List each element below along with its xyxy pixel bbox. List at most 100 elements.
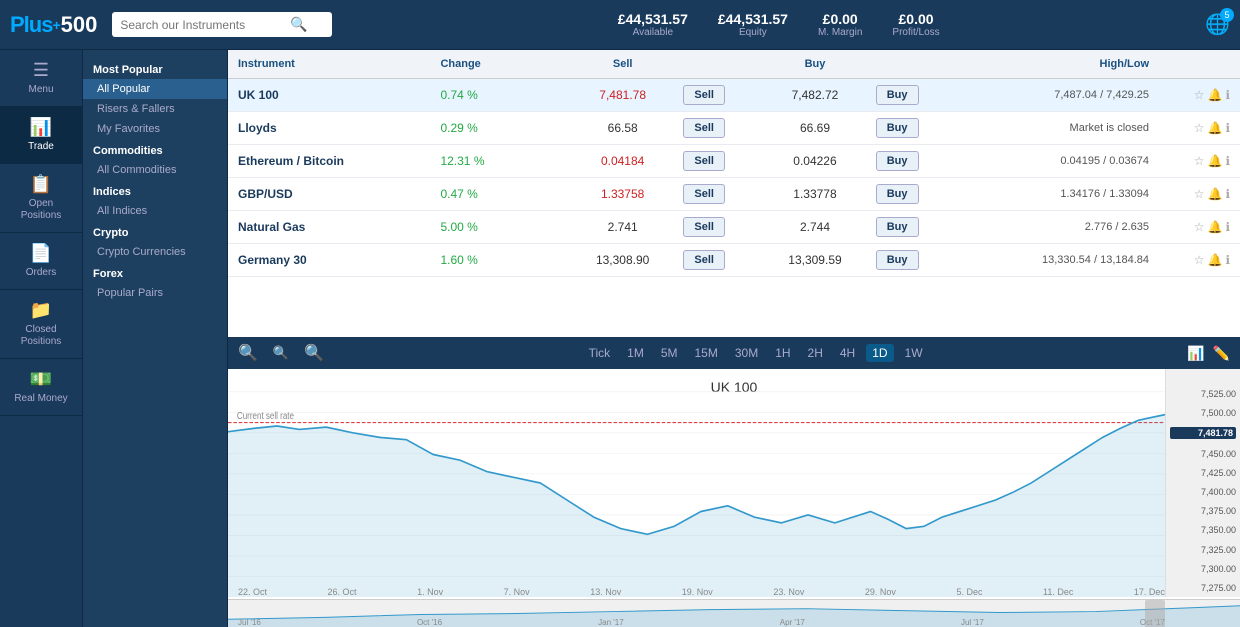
tf-1h[interactable]: 1H	[769, 344, 796, 362]
alert-icon[interactable]: 🔔	[1208, 220, 1223, 234]
instrument-name: GBP/USD	[238, 187, 440, 201]
buy-button[interactable]: Buy	[876, 184, 919, 204]
x-label: 22. Oct	[238, 587, 267, 597]
x-label: 19. Nov	[682, 587, 713, 597]
info-icon[interactable]: ℹ	[1225, 88, 1230, 102]
chart-svg: Current sell rate	[228, 369, 1165, 597]
buy-price: 66.69	[754, 121, 875, 135]
main-layout: ☰ Menu 📊 Trade 📋 OpenPositions 📄 Orders …	[0, 50, 1240, 627]
table-row[interactable]: Germany 30 1.60 % 13,308.90 Sell 13,309.…	[228, 244, 1240, 277]
nav-section-crypto: Crypto	[83, 221, 227, 242]
tf-2h[interactable]: 2H	[802, 344, 829, 362]
sidebar: ☰ Menu 📊 Trade 📋 OpenPositions 📄 Orders …	[0, 50, 83, 627]
header-right: 🌐 5	[1205, 12, 1230, 37]
stat-item: £0.00M. Margin	[818, 11, 862, 38]
info-icon[interactable]: ℹ	[1225, 187, 1230, 201]
nav-item-risers-fallers[interactable]: Risers & Fallers	[83, 99, 227, 119]
nav-item-all-commodities[interactable]: All Commodities	[83, 160, 227, 180]
tf-1w[interactable]: 1W	[899, 344, 929, 362]
table-row[interactable]: GBP/USD 0.47 % 1.33758 Sell 1.33778 Buy …	[228, 178, 1240, 211]
sell-btn-cell: Sell	[683, 217, 754, 237]
sell-button[interactable]: Sell	[683, 250, 725, 270]
table-row[interactable]: Ethereum / Bitcoin 12.31 % 0.04184 Sell …	[228, 145, 1240, 178]
mini-x-label: Jul '17	[961, 618, 984, 627]
nav-item-my-favorites[interactable]: My Favorites	[83, 119, 227, 139]
y-label: 7,300.00	[1170, 564, 1236, 574]
chart-scroll-indicator[interactable]	[1145, 600, 1165, 627]
chart-draw-button[interactable]: ✏️	[1213, 345, 1230, 362]
table-row[interactable]: UK 100 0.74 % 7,481.78 Sell 7,482.72 Buy…	[228, 79, 1240, 112]
tf-1m[interactable]: 1M	[621, 344, 650, 362]
buy-btn-cell: Buy	[876, 151, 947, 171]
globe-button[interactable]: 🌐 5	[1205, 12, 1230, 37]
search-container: 🔍	[112, 12, 332, 37]
sell-button[interactable]: Sell	[683, 184, 725, 204]
tf-30m[interactable]: 30M	[729, 344, 764, 362]
row-actions: ☆ 🔔 ℹ	[1149, 88, 1230, 102]
favorite-icon[interactable]: ☆	[1194, 220, 1205, 234]
sell-button[interactable]: Sell	[683, 217, 725, 237]
sell-button[interactable]: Sell	[683, 151, 725, 171]
tf-15m[interactable]: 15M	[689, 344, 724, 362]
alert-icon[interactable]: 🔔	[1208, 88, 1223, 102]
buy-button[interactable]: Buy	[876, 250, 919, 270]
tf-4h[interactable]: 4H	[834, 344, 861, 362]
real-money-icon: 💵	[30, 369, 52, 390]
nav-item-all-popular[interactable]: All Popular	[83, 79, 227, 99]
buy-button[interactable]: Buy	[876, 217, 919, 237]
y-label: 7,325.00	[1170, 545, 1236, 555]
sell-button[interactable]: Sell	[683, 85, 725, 105]
tf-tick[interactable]: Tick	[583, 344, 617, 362]
y-label: 7,375.00	[1170, 506, 1236, 516]
row-actions: ☆ 🔔 ℹ	[1149, 187, 1230, 201]
zoom-in-button[interactable]: 🔍	[273, 345, 289, 361]
sidebar-item-open-positions[interactable]: 📋 OpenPositions	[0, 164, 82, 233]
info-icon[interactable]: ℹ	[1225, 253, 1230, 267]
y-label: 7,525.00	[1170, 389, 1236, 399]
sidebar-item-real-money[interactable]: 💵 Real Money	[0, 359, 82, 416]
info-icon[interactable]: ℹ	[1225, 154, 1230, 168]
instrument-name: Lloyds	[238, 121, 440, 135]
zoom-reset-button[interactable]: 🔍	[304, 343, 324, 363]
favorite-icon[interactable]: ☆	[1194, 154, 1205, 168]
table-row[interactable]: Lloyds 0.29 % 66.58 Sell 66.69 Buy Marke…	[228, 112, 1240, 145]
sidebar-item-orders[interactable]: 📄 Orders	[0, 233, 82, 290]
sidebar-item-trade[interactable]: 📊 Trade	[0, 107, 82, 164]
highlow-value: 2.776 / 2.635	[947, 221, 1149, 233]
stat-item: £0.00Profit/Loss	[892, 11, 939, 38]
content-area: Instrument Change Sell Buy High/Low UK 1…	[228, 50, 1240, 627]
alert-icon[interactable]: 🔔	[1208, 154, 1223, 168]
nav-item-popular-pairs[interactable]: Popular Pairs	[83, 283, 227, 303]
buy-button[interactable]: Buy	[876, 151, 919, 171]
nav-item-crypto-currencies[interactable]: Crypto Currencies	[83, 242, 227, 262]
buy-button[interactable]: Buy	[876, 85, 919, 105]
info-icon[interactable]: ℹ	[1225, 121, 1230, 135]
zoom-out-button[interactable]: 🔍	[238, 343, 258, 363]
table-body: UK 100 0.74 % 7,481.78 Sell 7,482.72 Buy…	[228, 79, 1240, 337]
tf-1d[interactable]: 1D	[866, 344, 893, 362]
chart-type-button[interactable]: 📊	[1187, 345, 1204, 362]
y-label: 7,425.00	[1170, 468, 1236, 478]
stat-value: £44,531.57	[718, 11, 788, 27]
favorite-icon[interactable]: ☆	[1194, 253, 1205, 267]
favorite-icon[interactable]: ☆	[1194, 88, 1205, 102]
stat-value: £0.00	[892, 11, 939, 27]
search-button[interactable]: 🔍	[290, 16, 307, 33]
sell-button[interactable]: Sell	[683, 118, 725, 138]
buy-button[interactable]: Buy	[876, 118, 919, 138]
sidebar-item-menu[interactable]: ☰ Menu	[0, 50, 82, 107]
info-icon[interactable]: ℹ	[1225, 220, 1230, 234]
favorite-icon[interactable]: ☆	[1194, 121, 1205, 135]
alert-icon[interactable]: 🔔	[1208, 253, 1223, 267]
mini-x-label: Apr '17	[780, 618, 805, 627]
tf-5m[interactable]: 5M	[655, 344, 684, 362]
alert-icon[interactable]: 🔔	[1208, 121, 1223, 135]
nav-item-all-indices[interactable]: All Indices	[83, 201, 227, 221]
app-container: Plus+500 🔍 £44,531.57Available£44,531.57…	[0, 0, 1240, 627]
sidebar-item-closed-positions[interactable]: 📁 ClosedPositions	[0, 290, 82, 359]
favorite-icon[interactable]: ☆	[1194, 187, 1205, 201]
nav-section-forex: Forex	[83, 262, 227, 283]
search-input[interactable]	[120, 18, 290, 32]
table-row[interactable]: Natural Gas 5.00 % 2.741 Sell 2.744 Buy …	[228, 211, 1240, 244]
alert-icon[interactable]: 🔔	[1208, 187, 1223, 201]
